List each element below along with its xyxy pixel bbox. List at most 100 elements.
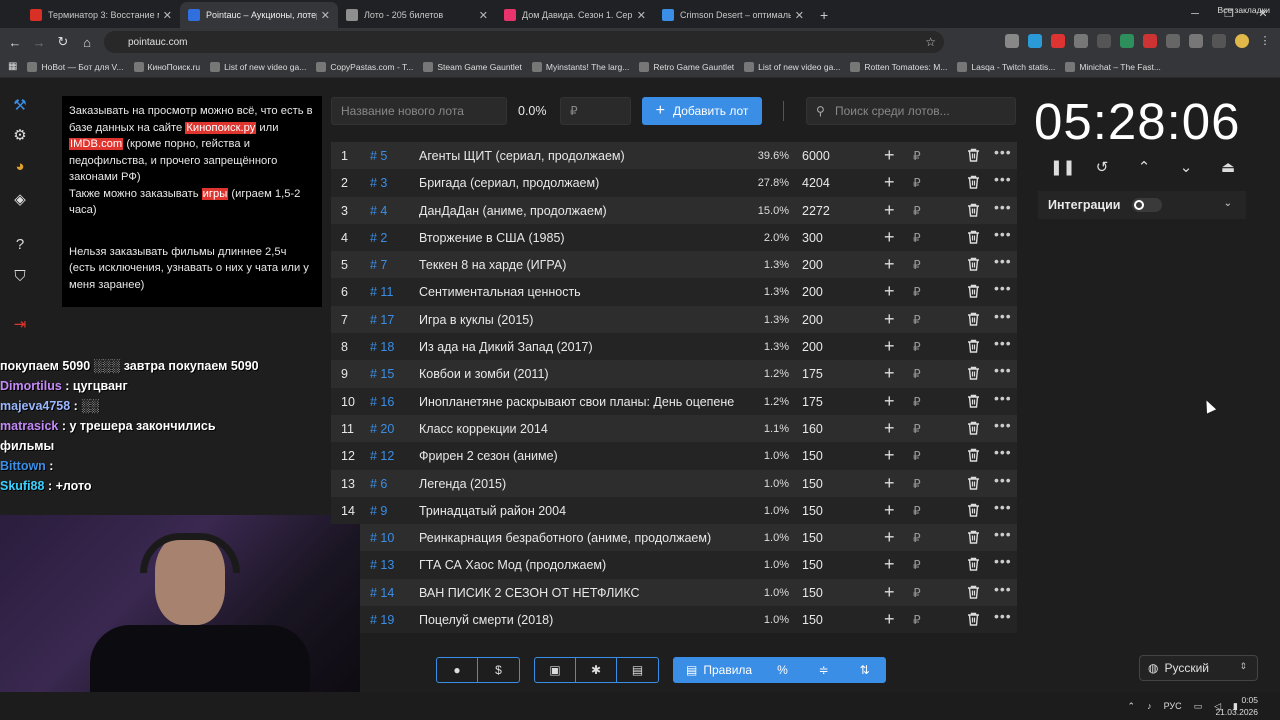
- bookmark-item[interactable]: Myinstants! The larg...: [531, 61, 629, 72]
- lot-amount-input[interactable]: ₽: [913, 613, 921, 627]
- browser-tab[interactable]: Лото - 205 билетов ✕: [338, 2, 496, 28]
- lot-amount-input[interactable]: ₽: [913, 395, 921, 409]
- lot-id[interactable]: # 14: [370, 586, 394, 600]
- more-options-icon[interactable]: •••: [994, 335, 1012, 351]
- logout-icon[interactable]: ⇥: [10, 315, 30, 335]
- more-options-icon[interactable]: •••: [994, 526, 1012, 542]
- more-options-icon[interactable]: •••: [994, 226, 1012, 242]
- more-options-icon[interactable]: •••: [994, 253, 1012, 269]
- close-tab-icon[interactable]: ✕: [637, 9, 646, 22]
- delete-trash-icon[interactable]: [967, 530, 980, 544]
- lot-amount[interactable]: 150: [802, 586, 823, 600]
- add-amount-icon[interactable]: +: [884, 418, 895, 439]
- more-options-icon[interactable]: •••: [994, 390, 1012, 406]
- lot-amount[interactable]: 160: [802, 422, 823, 436]
- lot-id[interactable]: # 9: [370, 504, 387, 518]
- bookmark-item[interactable]: Steam Game Gauntlet: [423, 61, 522, 72]
- lot-amount-input[interactable]: ₽: [913, 504, 921, 518]
- extension-icon[interactable]: [1097, 34, 1111, 48]
- lot-name[interactable]: ГТА СА Хаос Мод (продолжаем): [419, 558, 744, 572]
- more-options-icon[interactable]: •••: [994, 199, 1012, 215]
- more-options-icon[interactable]: •••: [994, 280, 1012, 296]
- browser-tab[interactable]: Crimson Desert – оптимальны ✕: [654, 2, 812, 28]
- add-amount-icon[interactable]: +: [884, 227, 895, 248]
- lot-name[interactable]: Сентиментальная ценность: [419, 285, 744, 299]
- close-tab-icon[interactable]: ✕: [321, 9, 330, 22]
- lot-amount-input[interactable]: ₽: [913, 204, 921, 218]
- chevron-up-icon[interactable]: ⌃: [1134, 158, 1154, 176]
- extension-icon[interactable]: [1143, 34, 1157, 48]
- layers-icon[interactable]: ◈: [10, 190, 30, 210]
- delete-trash-icon[interactable]: [967, 312, 980, 326]
- add-amount-icon[interactable]: +: [884, 554, 895, 575]
- lot-amount[interactable]: 300: [802, 231, 823, 245]
- extension-icon[interactable]: [1166, 34, 1180, 48]
- tray-clock[interactable]: 0:05 21.03.2026: [1215, 694, 1258, 718]
- more-options-icon[interactable]: •••: [994, 144, 1012, 160]
- help-icon[interactable]: ?: [10, 236, 30, 256]
- lot-amount-input[interactable]: ₽: [913, 367, 921, 381]
- add-amount-icon[interactable]: +: [884, 473, 895, 494]
- percent-icon[interactable]: %: [762, 658, 803, 682]
- extension-icon[interactable]: [1189, 34, 1203, 48]
- lot-id[interactable]: # 17: [370, 313, 394, 327]
- chevron-down-icon[interactable]: ⌄: [1224, 198, 1232, 209]
- delete-trash-icon[interactable]: [967, 448, 980, 462]
- lot-amount[interactable]: 6000: [802, 149, 830, 163]
- bookmark-item[interactable]: HoBot — Бот для V...: [27, 61, 124, 72]
- lot-id[interactable]: # 4: [370, 204, 387, 218]
- lot-amount-input[interactable]: ₽: [913, 531, 921, 545]
- delete-trash-icon[interactable]: [967, 257, 980, 271]
- imdb-link[interactable]: IMDB.com: [69, 138, 124, 150]
- extension-icon[interactable]: [1120, 34, 1134, 48]
- bookmark-item[interactable]: Minichat – The Fast...: [1065, 61, 1161, 72]
- kinopoisk-link[interactable]: Кинопоиск.ру: [185, 121, 257, 134]
- close-tab-icon[interactable]: ✕: [163, 9, 172, 22]
- lot-amount-input[interactable]: ₽: [913, 449, 921, 463]
- add-amount-icon[interactable]: +: [884, 254, 895, 275]
- lot-amount[interactable]: 175: [802, 367, 823, 381]
- browser-menu-icon[interactable]: ⋮: [1258, 34, 1272, 48]
- lot-id[interactable]: # 12: [370, 449, 394, 463]
- home-icon[interactable]: ⌂: [75, 35, 99, 50]
- lot-name[interactable]: Фрирен 2 сезон (аниме): [419, 449, 744, 463]
- add-amount-icon[interactable]: +: [884, 172, 895, 193]
- lot-amount[interactable]: 175: [802, 395, 823, 409]
- delete-trash-icon[interactable]: [967, 557, 980, 572]
- bookmark-item[interactable]: List of new video ga...: [744, 61, 840, 72]
- minimize-button[interactable]: ─: [1178, 0, 1212, 28]
- integrations-toggle[interactable]: [1132, 198, 1162, 212]
- lot-id[interactable]: # 2: [370, 231, 387, 245]
- delete-trash-icon[interactable]: [967, 230, 980, 244]
- lot-id[interactable]: # 7: [370, 258, 387, 272]
- lot-id[interactable]: # 16: [370, 395, 394, 409]
- bookmark-item[interactable]: Retro Game Gauntlet: [639, 61, 734, 72]
- browser-tab[interactable]: Дом Давида. Сезон 1. Серия 8 ✕: [496, 2, 654, 28]
- lot-name[interactable]: Вторжение в США (1985): [419, 231, 744, 245]
- shield-icon[interactable]: ⛉: [10, 268, 30, 288]
- lot-name[interactable]: Из ада на Дикий Запад (2017): [419, 340, 744, 354]
- sort-icon[interactable]: ⇅: [844, 658, 885, 682]
- add-amount-icon[interactable]: +: [884, 145, 895, 166]
- reset-icon[interactable]: ↺: [1092, 158, 1112, 176]
- delete-trash-icon[interactable]: [967, 148, 980, 162]
- lot-name[interactable]: Тринадцатый район 2004: [419, 504, 744, 518]
- bookmark-item[interactable]: КиноПоиск.ru: [133, 61, 200, 72]
- keyboard-lang[interactable]: РУС: [1164, 701, 1182, 711]
- pause-icon[interactable]: ❚❚: [1050, 158, 1075, 176]
- delete-trash-icon[interactable]: [967, 612, 980, 626]
- lot-amount[interactable]: 200: [802, 313, 823, 327]
- compress-icon[interactable]: ≑: [803, 658, 844, 682]
- browser-tab[interactable]: Pointauc – Аукционы, лотере ✕: [180, 2, 338, 28]
- lot-id[interactable]: # 19: [370, 613, 394, 627]
- wheel-chart-icon[interactable]: ◕: [10, 158, 30, 178]
- bookmark-item[interactable]: CopyPastas.com - T...: [316, 61, 413, 72]
- add-amount-icon[interactable]: +: [884, 500, 895, 521]
- reload-icon[interactable]: ↻: [51, 34, 75, 50]
- lot-name[interactable]: Инопланетяне раскрывают свои планы: День…: [419, 395, 744, 409]
- donate-dollar-icon[interactable]: $: [478, 658, 519, 682]
- more-options-icon[interactable]: •••: [994, 608, 1012, 624]
- tray-chevron-icon[interactable]: ⌃: [1128, 701, 1136, 712]
- extension-icon[interactable]: [1028, 34, 1042, 48]
- microphone-icon[interactable]: ♪: [1147, 701, 1152, 711]
